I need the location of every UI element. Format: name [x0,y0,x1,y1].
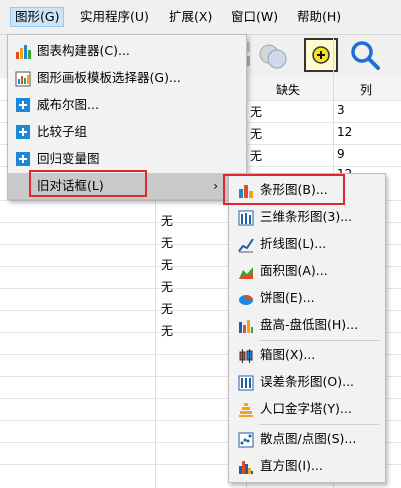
boxplot-icon [238,347,254,363]
submenu-arrow-icon: › [213,179,218,193]
menu-window[interactable]: 窗口(W) [227,8,282,26]
cell-missing[interactable]: 无 [250,103,262,120]
submenu-item-3d-bar[interactable]: 三维条形图(3)... [229,204,385,230]
header-missing[interactable]: 缺失 [276,81,300,98]
submenu-item-scatter[interactable]: 散点图/点图(S)... [229,426,385,452]
submenu-item-pie[interactable]: 饼图(E)... [229,285,385,311]
plus-box-icon [15,97,31,113]
highlight-box-legacy-dialogs [29,170,147,197]
column-header-row [246,78,401,101]
cell-missing[interactable]: 无 [161,212,173,229]
cell-missing[interactable]: 无 [161,322,173,339]
submenu-item-histogram[interactable]: 直方图(I)... [229,453,385,479]
graphboard-icon [15,70,31,87]
highlight-box-bar-chart [223,174,345,205]
legacy-dialogs-submenu: 条形图(B)... 三维条形图(3)... 折线图(L)... 面积图(A)..… [228,173,386,483]
menu-graphs[interactable]: 图形(G) [10,7,65,27]
menu-item-graphboard[interactable]: 图形画板模板选择器(G)... [8,65,246,91]
pie-chart-icon [238,290,254,306]
submenu-item-pyramid[interactable]: 人口金字塔(Y)... [229,396,385,422]
histogram-icon [238,458,254,474]
pyramid-icon [238,401,254,417]
menu-utilities[interactable]: 实用程序(U) [76,8,153,26]
submenu-item-error-bar[interactable]: 误差条形图(O)... [229,369,385,395]
cell-missing[interactable]: 无 [250,125,262,142]
menu-item-compare-subgroups[interactable]: 比较子组 [8,119,246,145]
cell-column[interactable]: 3 [337,103,345,117]
cell-missing[interactable]: 无 [250,147,262,164]
cell-missing[interactable]: 无 [161,256,173,273]
menu-item-chart-builder[interactable]: 图表构建器(C)... [8,38,246,64]
cell-column[interactable]: 12 [337,125,352,139]
cell-missing[interactable]: 无 [161,234,173,251]
header-column[interactable]: 列 [360,81,372,98]
circles-icon[interactable] [257,40,289,72]
cell-missing[interactable]: 无 [161,300,173,317]
menu-item-regression-plot[interactable]: 回归变量图 [8,146,246,172]
submenu-item-line[interactable]: 折线图(L)... [229,231,385,257]
error-bar-icon [238,374,254,391]
scatter-icon [238,431,254,448]
menu-bar: 图形(G) 实用程序(U) 扩展(X) 窗口(W) 帮助(H) [0,0,401,35]
line-chart-icon [238,236,254,253]
chart-builder-icon [15,43,31,59]
menu-item-weibull[interactable]: 威布尔图... [8,92,246,118]
plus-box-icon [15,124,31,140]
submenu-item-boxplot[interactable]: 箱图(X)... [229,342,385,368]
3d-bar-chart-icon [238,209,254,226]
menu-extensions[interactable]: 扩展(X) [165,8,216,26]
high-low-chart-icon [238,317,254,333]
menu-help[interactable]: 帮助(H) [293,8,345,26]
plus-box-icon [15,151,31,167]
menu-separator [259,340,379,341]
cell-missing[interactable]: 无 [161,278,173,295]
submenu-item-area[interactable]: 面积图(A)... [229,258,385,284]
submenu-item-high-low[interactable]: 盘高-盘低图(H)... [229,312,385,338]
search-icon[interactable] [348,38,382,72]
area-chart-icon [238,263,254,279]
menu-separator [259,424,379,425]
cell-column[interactable]: 9 [337,147,345,161]
